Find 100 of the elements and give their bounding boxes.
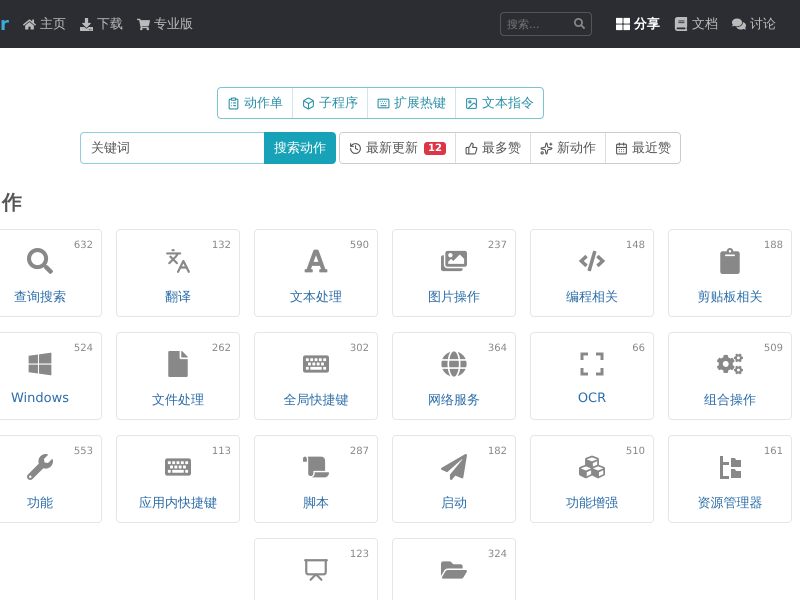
paper-plane-icon — [441, 454, 467, 480]
category-name: 启动 — [441, 495, 467, 512]
letter-icon — [303, 248, 329, 274]
category-card[interactable]: 161 资源管理器 — [668, 435, 792, 523]
download-icon — [80, 18, 93, 30]
category-card[interactable]: 590 文本处理 — [254, 229, 378, 317]
image-icon — [465, 96, 478, 110]
keyword-field[interactable]: 关键词 — [80, 132, 264, 164]
translate-icon — [165, 248, 191, 274]
category-card[interactable]: 302 全局快捷键 — [254, 332, 378, 420]
search-icon — [27, 248, 53, 274]
category-count: 632 — [74, 240, 93, 251]
category-card[interactable]: 553 功能 — [0, 435, 102, 523]
category-count: 509 — [764, 343, 783, 354]
category-name: 组合操作 — [704, 392, 756, 409]
category-name: 翻译 — [165, 289, 191, 306]
sparkle-icon — [540, 142, 553, 154]
sort-button[interactable]: 最近赞 — [604, 133, 680, 163]
cubes-icon — [579, 454, 605, 480]
globe-icon — [441, 351, 467, 377]
category-name: 文本处理 — [290, 289, 342, 306]
nav-link[interactable]: 分享 — [616, 15, 660, 33]
category-card[interactable]: 188 剪贴板相关 — [668, 229, 792, 317]
category-name: 功能 — [27, 495, 53, 512]
category-count: 364 — [488, 343, 507, 354]
thumbs-up-icon — [464, 142, 478, 154]
category-card[interactable]: 510 功能增强 — [530, 435, 654, 523]
category-card[interactable]: 132 翻译 — [116, 229, 240, 317]
category-card[interactable]: 237 图片操作 — [392, 229, 516, 317]
category-count: 510 — [626, 446, 645, 457]
category-name: 图片操作 — [428, 289, 480, 306]
category-card[interactable]: 524 Windows — [0, 332, 102, 420]
count-badge: 12 — [424, 142, 446, 154]
category-count: 66 — [632, 343, 645, 354]
images-icon — [441, 248, 467, 274]
scan-corners-icon — [579, 351, 605, 377]
category-card[interactable]: 66 OCR — [530, 332, 654, 420]
nav-link[interactable]: 下载 — [80, 15, 123, 33]
search-icon — [574, 18, 585, 29]
category-card[interactable]: 632 查询搜索 — [0, 229, 102, 317]
keyboard-icon — [377, 96, 390, 110]
category-name: OCR — [578, 391, 606, 406]
code-icon — [579, 248, 605, 274]
category-name: 编程相关 — [566, 289, 618, 306]
category-card[interactable]: 182 启动 — [392, 435, 516, 523]
nav-link[interactable]: 讨论 — [732, 15, 776, 33]
type-tab[interactable]: 子程序 — [292, 88, 367, 118]
cart-icon — [136, 18, 150, 30]
category-card[interactable]: 113 应用内快捷键 — [116, 435, 240, 523]
type-tab[interactable]: 扩展热键 — [367, 88, 455, 118]
category-count: 287 — [350, 446, 369, 457]
category-count: 188 — [764, 240, 783, 251]
category-card[interactable]: 262 文件处理 — [116, 332, 240, 420]
category-count: 302 — [350, 343, 369, 354]
chat-icon — [732, 17, 746, 31]
category-name: 剪贴板相关 — [698, 289, 762, 306]
category-count: 148 — [626, 240, 645, 251]
category-card[interactable]: 123 — [254, 538, 378, 600]
grid-icon — [616, 17, 630, 31]
category-count: 590 — [350, 240, 369, 251]
category-count: 123 — [350, 549, 369, 560]
category-card[interactable]: 287 脚本 — [254, 435, 378, 523]
home-icon — [22, 18, 36, 30]
category-card[interactable]: 324 — [392, 538, 516, 600]
wrench-icon — [27, 454, 53, 480]
category-name: 查询搜索 — [14, 289, 66, 306]
category-count: 324 — [488, 549, 507, 560]
category-name: 应用内快捷键 — [139, 495, 217, 512]
nav-link[interactable]: 主页 — [22, 15, 66, 33]
category-count: 182 — [488, 446, 507, 457]
gears-icon — [717, 351, 743, 377]
category-name: 全局快捷键 — [284, 392, 348, 409]
category-count: 237 — [488, 240, 507, 251]
category-name: 文件处理 — [152, 392, 204, 409]
type-tab[interactable]: 文本指令 — [455, 88, 543, 118]
search-button[interactable]: 搜索动作 — [264, 132, 336, 164]
category-card[interactable]: 148 编程相关 — [530, 229, 654, 317]
search-field[interactable]: 搜索... — [500, 12, 592, 36]
category-count: 524 — [74, 343, 93, 354]
type-tab[interactable]: 动作单 — [218, 88, 292, 118]
folder-tree-icon — [717, 454, 743, 480]
category-count: 132 — [212, 240, 231, 251]
category-name: 资源管理器 — [698, 495, 762, 512]
nav-link[interactable]: 专业版 — [136, 15, 193, 33]
presentation-icon — [303, 557, 329, 583]
category-count: 161 — [764, 446, 783, 457]
nav-link[interactable]: 文档 — [674, 15, 718, 33]
windows-icon — [27, 351, 53, 377]
category-card[interactable]: 509 组合操作 — [668, 332, 792, 420]
brand-logo[interactable]: r — [0, 14, 9, 34]
category-name: 脚本 — [303, 495, 329, 512]
scroll-icon — [303, 454, 329, 480]
section-title: 作 — [2, 190, 23, 214]
category-name: Windows — [10, 391, 70, 406]
history-icon — [349, 142, 362, 154]
book-icon — [674, 17, 688, 31]
category-card[interactable]: 364 网络服务 — [392, 332, 516, 420]
category-name: 功能增强 — [566, 495, 618, 512]
category-count: 262 — [212, 343, 231, 354]
calendar-icon — [614, 142, 628, 154]
